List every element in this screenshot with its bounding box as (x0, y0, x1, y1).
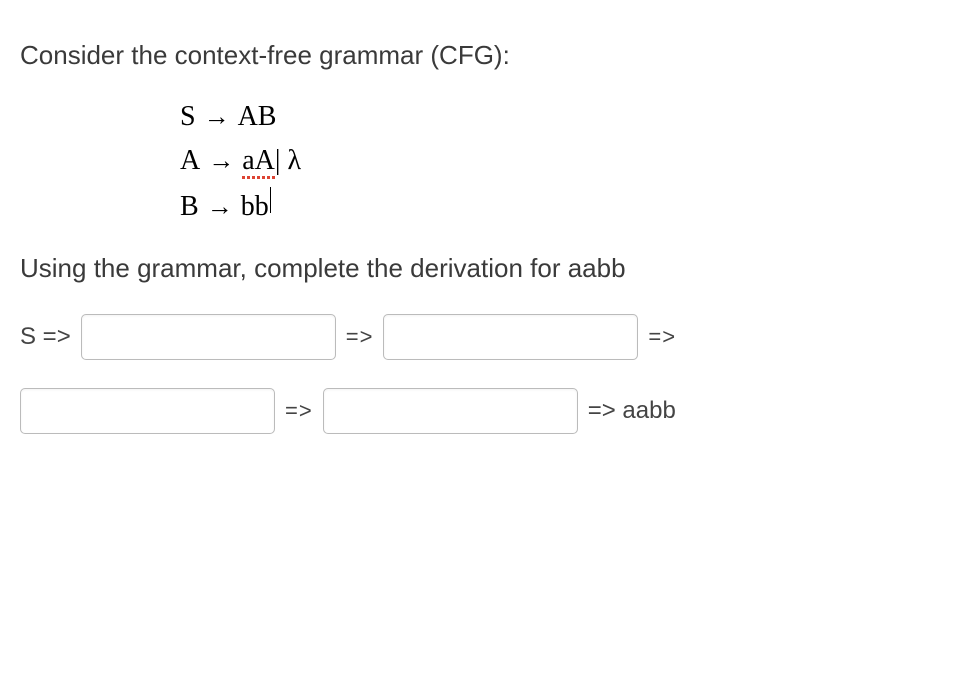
rule1-lhs: S (180, 101, 196, 133)
grammar-rule-1: S → AB (180, 101, 948, 133)
arrow-icon: → (207, 192, 233, 222)
derivation-input-2[interactable] (383, 314, 638, 360)
rule2-lhs: A (180, 145, 200, 177)
derivation-input-3[interactable] (20, 388, 275, 434)
grammar-rules: S → AB A → aA | λ B → bb (180, 101, 948, 223)
derive-arrow-3: => (285, 398, 313, 424)
derivation-start: S => (20, 323, 71, 351)
derivation-row-1: S => => => (20, 314, 948, 360)
derive-arrow-1: => (346, 324, 374, 350)
derivation-container: S => => => => => aabb (20, 314, 948, 434)
grammar-rule-3: B → bb (180, 189, 948, 223)
rule3-rhs: bb (241, 191, 269, 223)
grammar-rule-2: A → aA | λ (180, 145, 948, 177)
derivation-input-4[interactable] (323, 388, 578, 434)
arrow-icon: → (208, 146, 234, 176)
rule3-lhs: B (180, 191, 199, 223)
derivation-input-1[interactable] (81, 314, 336, 360)
text-cursor (270, 187, 272, 213)
rule2-rhs-rest: | λ (275, 145, 301, 177)
arrow-icon: → (204, 102, 230, 132)
rule1-rhs: AB (238, 101, 277, 133)
intro-text: Consider the context-free grammar (CFG): (20, 40, 948, 71)
rule2-rhs-underlined: aA (242, 145, 275, 177)
derivation-row-2: => => aabb (20, 388, 948, 434)
derivation-final: => aabb (588, 397, 676, 425)
derive-arrow-2: => (648, 324, 676, 350)
instruction-text: Using the grammar, complete the derivati… (20, 253, 948, 284)
